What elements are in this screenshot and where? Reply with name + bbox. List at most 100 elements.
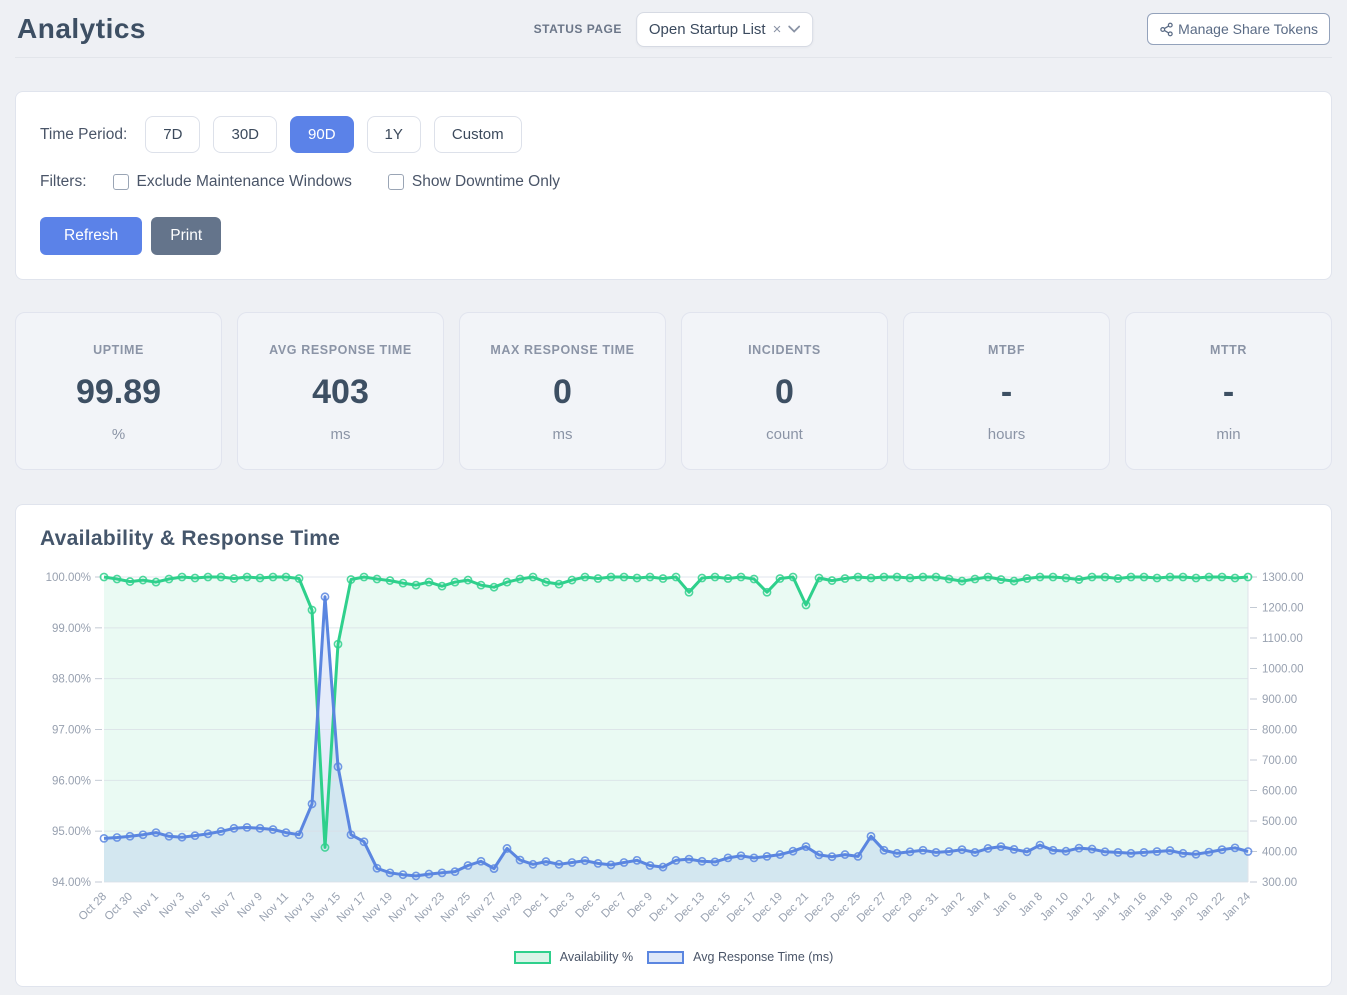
stat-card-incidents: INCIDENTS 0 count: [681, 312, 888, 470]
stat-value: 403: [242, 373, 439, 412]
legend-label: Avg Response Time (ms): [693, 950, 833, 964]
stat-unit: hours: [908, 426, 1105, 443]
stats-row: UPTIME 99.89 % AVG RESPONSE TIME 403 ms …: [15, 312, 1332, 470]
time-period-30d-button[interactable]: 30D: [213, 116, 277, 153]
stat-value: 0: [464, 373, 661, 412]
svg-text:1000.00: 1000.00: [1262, 664, 1304, 676]
exclude-maintenance-checkbox[interactable]: [113, 174, 129, 190]
chevron-down-icon: [788, 25, 800, 33]
time-period-7d-button[interactable]: 7D: [145, 116, 200, 153]
svg-text:Dec 3: Dec 3: [547, 891, 577, 921]
stat-unit: ms: [464, 426, 661, 443]
svg-text:1100.00: 1100.00: [1262, 633, 1303, 645]
svg-text:Jan 18: Jan 18: [1142, 891, 1175, 924]
stat-label: UPTIME: [20, 343, 217, 357]
exclude-maintenance-checkbox-wrap[interactable]: Exclude Maintenance Windows: [113, 173, 352, 191]
stat-unit: ms: [242, 426, 439, 443]
stat-card-max-response-time: MAX RESPONSE TIME 0 ms: [459, 312, 666, 470]
stat-value: -: [1130, 373, 1327, 412]
svg-text:Jan 6: Jan 6: [991, 891, 1019, 919]
status-page-selector-group: STATUS PAGE Open Startup List ×: [534, 12, 814, 47]
stat-unit: count: [686, 426, 883, 443]
svg-text:Oct 30: Oct 30: [103, 891, 135, 923]
chart-svg: 100.00%99.00%98.00%97.00%96.00%95.00%94.…: [40, 561, 1309, 943]
chart-title: Availability & Response Time: [40, 527, 1307, 551]
svg-text:Jan 4: Jan 4: [965, 890, 994, 919]
svg-text:Dec 31: Dec 31: [907, 891, 941, 925]
availability-response-chart: 100.00%99.00%98.00%97.00%96.00%95.00%94.…: [40, 561, 1307, 948]
time-period-custom-button[interactable]: Custom: [434, 116, 522, 153]
print-button[interactable]: Print: [151, 217, 221, 255]
show-downtime-checkbox-wrap[interactable]: Show Downtime Only: [388, 173, 560, 191]
chart-legend: Availability % Avg Response Time (ms): [40, 950, 1307, 970]
stat-unit: min: [1130, 426, 1327, 443]
svg-text:900.00: 900.00: [1262, 694, 1297, 706]
response-time-swatch: [647, 951, 684, 964]
svg-text:Dec 5: Dec 5: [573, 891, 603, 921]
svg-text:Jan 16: Jan 16: [1116, 891, 1149, 924]
stat-card-uptime: UPTIME 99.89 %: [15, 312, 222, 470]
stat-value: 0: [686, 373, 883, 412]
filters-row: Filters: Exclude Maintenance Windows Sho…: [40, 173, 1307, 191]
stat-value: 99.89: [20, 373, 217, 412]
share-icon: [1159, 22, 1174, 37]
svg-text:Nov 29: Nov 29: [491, 891, 525, 925]
time-period-1y-button[interactable]: 1Y: [367, 116, 421, 153]
status-page-dropdown[interactable]: Open Startup List ×: [636, 12, 814, 47]
stat-card-mtbf: MTBF - hours: [903, 312, 1110, 470]
svg-text:96.00%: 96.00%: [52, 775, 91, 787]
time-period-label: Time Period:: [40, 126, 127, 144]
stat-card-avg-response-time: AVG RESPONSE TIME 403 ms: [237, 312, 444, 470]
svg-text:600.00: 600.00: [1262, 786, 1297, 798]
svg-text:300.00: 300.00: [1262, 877, 1297, 889]
show-downtime-checkbox[interactable]: [388, 174, 404, 190]
svg-text:400.00: 400.00: [1262, 847, 1297, 859]
svg-text:97.00%: 97.00%: [52, 725, 91, 737]
legend-item-response-time[interactable]: Avg Response Time (ms): [647, 950, 833, 964]
svg-text:700.00: 700.00: [1262, 755, 1297, 767]
actions-row: Refresh Print: [40, 217, 1307, 255]
time-period-row: Time Period: 7D 30D 90D 1Y Custom: [40, 116, 1307, 153]
refresh-button[interactable]: Refresh: [40, 217, 142, 255]
svg-text:Dec 7: Dec 7: [599, 891, 629, 921]
header-actions: Manage Share Tokens: [1147, 13, 1330, 45]
time-period-90d-button[interactable]: 90D: [290, 116, 354, 153]
stat-label: MAX RESPONSE TIME: [464, 343, 661, 357]
stat-unit: %: [20, 426, 217, 443]
status-page-value: Open Startup List: [649, 21, 766, 38]
filter-panel: Time Period: 7D 30D 90D 1Y Custom Filter…: [15, 91, 1332, 280]
svg-text:1200.00: 1200.00: [1262, 603, 1304, 615]
svg-text:800.00: 800.00: [1262, 725, 1297, 737]
availability-swatch: [514, 951, 551, 964]
stat-label: INCIDENTS: [686, 343, 883, 357]
svg-text:95.00%: 95.00%: [52, 826, 91, 838]
page-title: Analytics: [17, 13, 146, 45]
stat-label: MTBF: [908, 343, 1105, 357]
svg-text:98.00%: 98.00%: [52, 674, 91, 686]
svg-text:Jan 10: Jan 10: [1038, 891, 1071, 924]
svg-text:Jan 2: Jan 2: [939, 891, 967, 919]
svg-text:Nov 3: Nov 3: [157, 891, 187, 921]
exclude-maintenance-label: Exclude Maintenance Windows: [137, 173, 352, 191]
stat-label: MTTR: [1130, 343, 1327, 357]
svg-text:100.00%: 100.00%: [46, 572, 91, 584]
svg-text:Jan 22: Jan 22: [1194, 891, 1227, 924]
stat-card-mttr: MTTR - min: [1125, 312, 1332, 470]
svg-text:1300.00: 1300.00: [1262, 572, 1304, 584]
svg-text:Nov 5: Nov 5: [183, 891, 213, 921]
stat-label: AVG RESPONSE TIME: [242, 343, 439, 357]
svg-text:Jan 24: Jan 24: [1220, 890, 1253, 923]
chart-panel: Availability & Response Time 100.00%99.0…: [15, 504, 1332, 987]
svg-text:500.00: 500.00: [1262, 816, 1297, 828]
legend-item-availability[interactable]: Availability %: [514, 950, 633, 964]
stat-value: -: [908, 373, 1105, 412]
manage-share-tokens-button[interactable]: Manage Share Tokens: [1147, 13, 1330, 45]
header: Analytics STATUS PAGE Open Startup List …: [15, 0, 1332, 58]
svg-text:Nov 1: Nov 1: [131, 891, 161, 921]
analytics-page: Analytics STATUS PAGE Open Startup List …: [0, 0, 1347, 995]
clear-selection-icon[interactable]: ×: [773, 22, 782, 37]
status-page-label: STATUS PAGE: [534, 22, 622, 36]
svg-text:Dec 1: Dec 1: [521, 891, 551, 921]
svg-text:Oct 28: Oct 28: [77, 891, 109, 923]
show-downtime-label: Show Downtime Only: [412, 173, 560, 191]
